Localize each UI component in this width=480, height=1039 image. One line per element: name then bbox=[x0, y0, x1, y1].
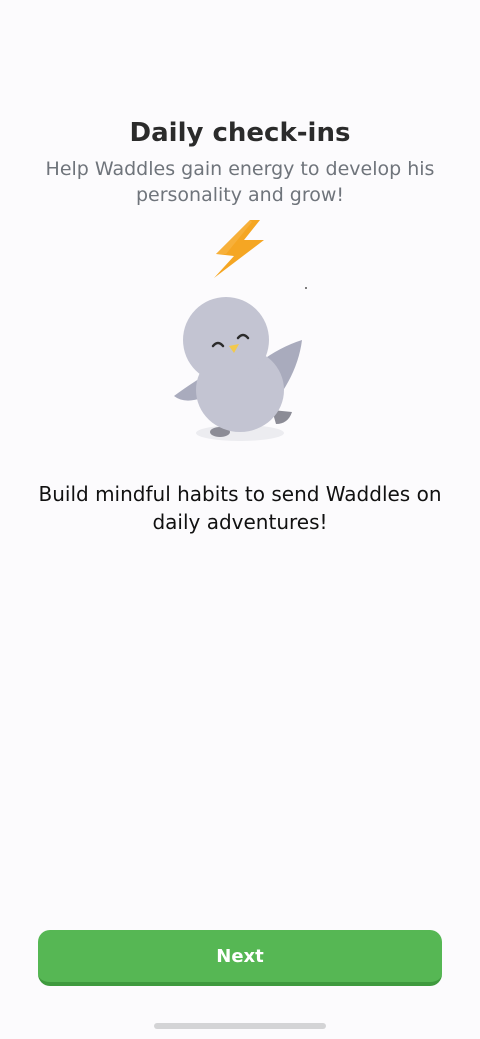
lightning-bolt-icon bbox=[214, 220, 264, 278]
page-title: Daily check-ins bbox=[129, 118, 351, 148]
penguin-head bbox=[183, 297, 269, 383]
waddles-penguin bbox=[174, 297, 302, 441]
sparkle-dot bbox=[305, 287, 307, 289]
next-button[interactable]: Next bbox=[38, 930, 442, 986]
waddles-illustration bbox=[160, 212, 320, 447]
description-text: Build mindful habits to send Waddles on … bbox=[38, 482, 442, 534]
page-subtitle: Help Waddles gain energy to develop his … bbox=[45, 158, 435, 206]
home-indicator[interactable] bbox=[154, 1023, 326, 1029]
